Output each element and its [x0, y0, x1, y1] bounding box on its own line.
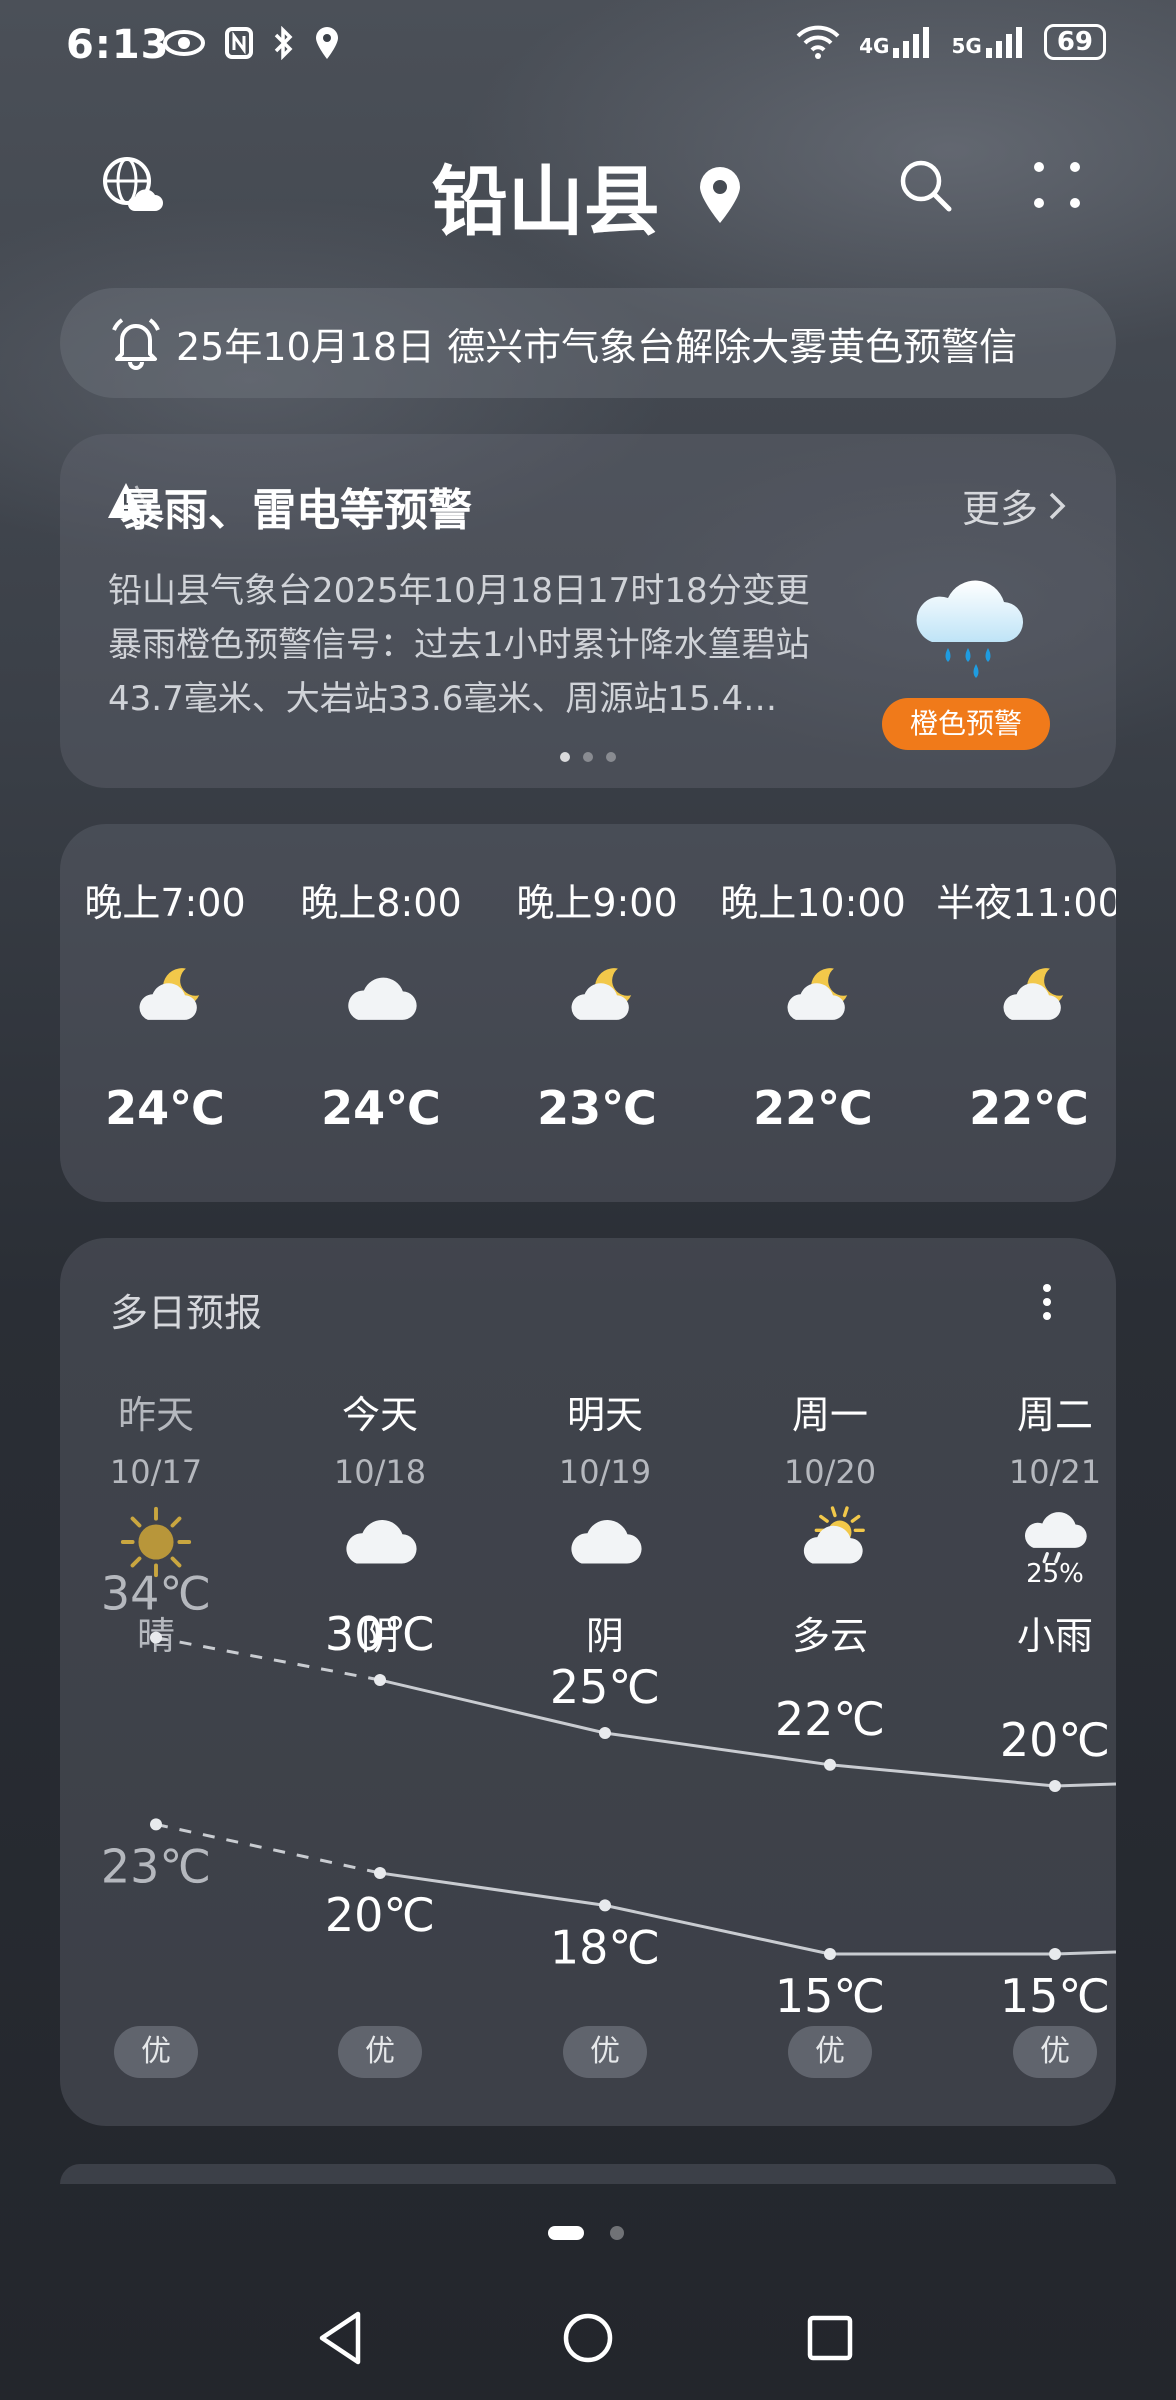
alert-level-badge: 橙色预警 [882, 698, 1050, 750]
city-title[interactable]: 铅山县 [0, 140, 1176, 250]
page-indicator-active [548, 2226, 584, 2240]
hourly-time: 晚上8:00 [300, 881, 462, 925]
city-name: 铅山县 [431, 157, 660, 246]
alert-more-label: 更多 [961, 487, 1038, 531]
location-icon [316, 27, 338, 59]
forecast-card[interactable]: 多日预报 昨天10/17晴优今天10/18阴优明天10/19阴优周一10/20多… [60, 1238, 1116, 2126]
low-temp-point [824, 1948, 836, 1960]
bluetooth-icon [274, 26, 293, 60]
recents-icon[interactable] [806, 2314, 854, 2362]
high-temp-point [374, 1674, 386, 1686]
low-temp-label: 20℃ [325, 1888, 435, 1942]
hourly-item: 半夜11:00 22℃ [924, 872, 1116, 1135]
bell-alert-icon [112, 318, 160, 370]
hourly-temp: 22℃ [753, 1081, 873, 1135]
high-temp-point [824, 1758, 836, 1771]
low-temp-point [374, 1867, 386, 1879]
signal-5g-label: 5G [951, 34, 982, 58]
high-temp-label: 20℃ [1000, 1713, 1110, 1767]
signal-5g-icon: 5G [951, 26, 1025, 58]
high-temp-segment [1054, 1782, 1116, 1788]
hourly-item: 晚上7:00 24℃ [60, 872, 270, 1135]
pager-dot-active [560, 752, 570, 762]
high-temp-segment [829, 1763, 1056, 1788]
high-temp-label: 22℃ [775, 1692, 885, 1746]
battery-indicator: 69 [1043, 24, 1106, 60]
warning-ticker[interactable]: 25年10月18日 德兴市气象台解除大雾黄色预警信 [60, 288, 1116, 398]
cloud-icon [276, 961, 486, 1041]
back-icon[interactable] [316, 2310, 364, 2366]
low-temp-label: 15℃ [1000, 1969, 1110, 2023]
high-temp-point [150, 1631, 162, 1644]
search-icon[interactable] [890, 150, 960, 220]
rain-cloud-large-icon [916, 580, 1024, 678]
hourly-time: 晚上7:00 [84, 881, 246, 925]
low-temp-point [599, 1899, 611, 1912]
low-temp-point [150, 1818, 162, 1831]
eye-icon [163, 30, 205, 56]
more-grid-icon[interactable] [1022, 150, 1092, 220]
next-card [60, 2164, 1116, 2184]
signal-4g-label: 4G [859, 34, 890, 58]
alert-title: 暴雨、雷电等预警 [120, 485, 472, 536]
hourly-temp: 24℃ [105, 1081, 225, 1135]
low-temp-segment [1054, 1950, 1116, 1956]
moon-cloud-icon [60, 961, 270, 1041]
hourly-item: 晚上8:00 24℃ [276, 872, 486, 1135]
wifi-icon [796, 25, 840, 59]
pager-dot [606, 752, 616, 762]
pager-dot [583, 752, 593, 762]
page-indicator [610, 2226, 624, 2240]
chevron-right-icon [1049, 492, 1066, 519]
moon-cloud-icon [492, 961, 702, 1041]
hourly-temp: 24℃ [321, 1081, 441, 1135]
hourly-time: 晚上9:00 [516, 881, 678, 925]
ticker-text: 25年10月18日 德兴市气象台解除大雾黄色预警信 [176, 325, 1018, 369]
nfc-icon [225, 27, 253, 59]
high-temp-label: 25℃ [550, 1660, 660, 1714]
status-icons [162, 26, 340, 60]
high-temp-label: 34℃ [101, 1567, 211, 1621]
signal-4g-icon: 4G [859, 26, 933, 58]
hourly-time: 晚上10:00 [720, 881, 906, 925]
low-temp-label: 23℃ [101, 1839, 211, 1893]
hourly-card[interactable]: 晚上7:00 24℃ 晚上8:00 24℃ 晚上9:00 23℃ 晚上10:00 22℃ 半夜1… [60, 824, 1116, 1202]
hourly-temp: 22℃ [969, 1081, 1089, 1135]
high-temp-point [599, 1727, 611, 1739]
hourly-temp: 23℃ [537, 1081, 657, 1135]
hourly-item: 晚上10:00 22℃ [708, 872, 918, 1135]
home-icon[interactable] [562, 2312, 614, 2364]
hourly-time: 半夜11:00 [936, 881, 1116, 925]
high-temp-label: 30℃ [325, 1607, 435, 1661]
hourly-item: 晚上9:00 23℃ [492, 872, 702, 1135]
status-right: 4G 5G 69 [795, 24, 1106, 60]
low-temp-label: 15℃ [775, 1969, 885, 2023]
alert-body: 铅山县气象台2025年10月18日17时18分变更暴雨橙色预警信号：过去1小时累… [108, 571, 810, 719]
status-time: 6:13 [66, 22, 170, 68]
low-temp-point [1049, 1948, 1061, 1960]
moon-cloud-icon [924, 961, 1116, 1041]
location-pin-icon [700, 167, 741, 223]
alert-more-link[interactable]: 更多 [962, 478, 1066, 533]
high-temp-point [1049, 1780, 1061, 1792]
moon-cloud-icon [708, 961, 918, 1041]
low-temp-label: 18℃ [550, 1920, 660, 1974]
temperature-chart: 34℃ 23℃ 30℃ 20℃ 25℃ 18℃ 22℃ 15℃ 20℃ 15℃ [101, 1567, 1116, 2023]
